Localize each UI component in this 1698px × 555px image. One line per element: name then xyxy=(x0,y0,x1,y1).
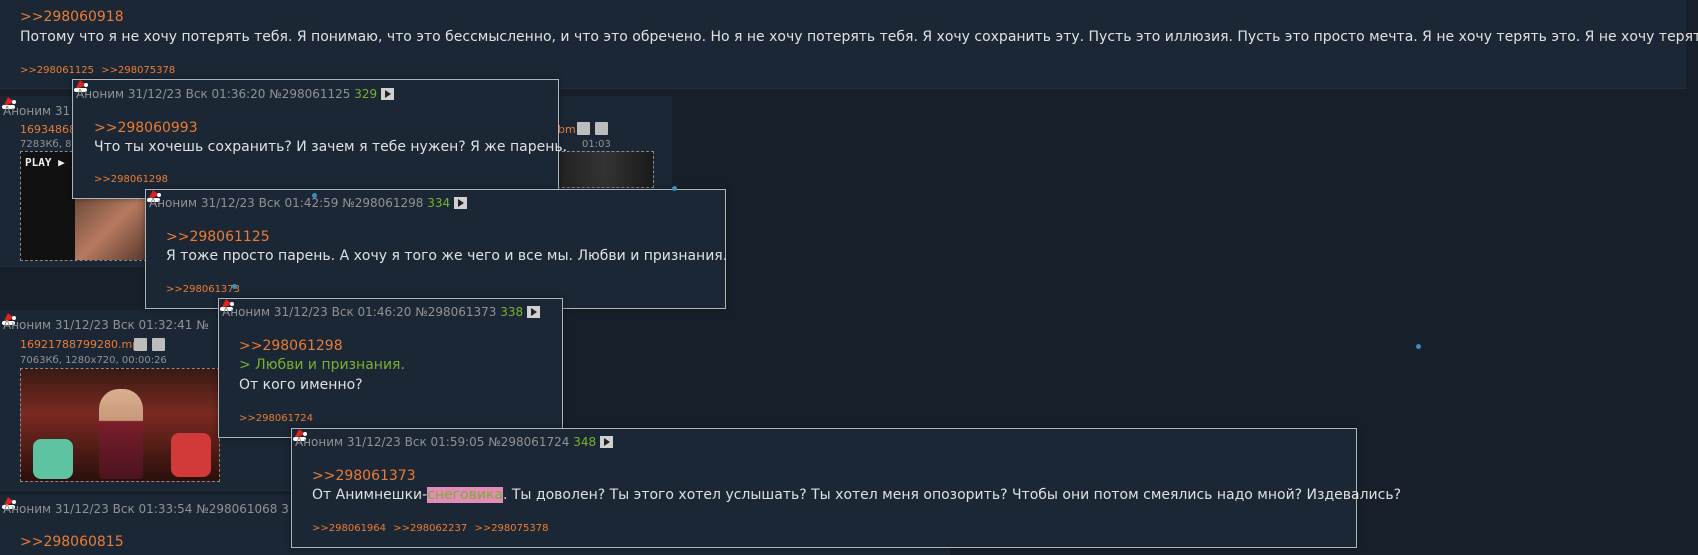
reply-link[interactable]: >>298062237 xyxy=(393,523,467,534)
cursor-dot xyxy=(312,193,317,198)
post-text: От Анимнешки-снеговика. Ты доволен? Ты э… xyxy=(312,487,1401,503)
thumb-prop-right xyxy=(171,433,211,477)
post-header-text: Аноним 31/12/23 Вск 01:46:20 №298061373 xyxy=(222,305,497,319)
post-count: 338 xyxy=(500,305,524,319)
file-meta: 7283Кб, 8 xyxy=(20,139,72,150)
post-header: Аноним 31/12/23 Вск 01:59:05 №298061724 … xyxy=(295,435,614,449)
cursor-dot xyxy=(232,284,237,289)
play-label: PLAY ▶ xyxy=(25,156,65,169)
reply-link[interactable]: >>298061125 xyxy=(20,65,94,76)
replies-list: >>298061298 xyxy=(94,174,172,185)
spoiler-highlight[interactable]: снеговика xyxy=(427,487,503,503)
post-298061068-top: >>298060918 Потому что я не хочу потерят… xyxy=(0,0,1698,89)
download-icon[interactable] xyxy=(152,338,165,351)
file-meta-right: 01:03 xyxy=(582,139,611,150)
reply-link[interactable]: >>298061298 xyxy=(94,174,168,185)
search-icon[interactable] xyxy=(577,122,590,135)
quote-link[interactable]: >>298060993 xyxy=(94,120,198,136)
post-text: Что ты хочешь сохранить? И зачем я тебе … xyxy=(94,139,568,155)
quote-link[interactable]: >>298060815 xyxy=(20,534,124,550)
quote-link[interactable]: >>298061298 xyxy=(239,338,343,354)
replies-list: >>298061125 >>298075378 xyxy=(20,65,179,76)
play-icon[interactable] xyxy=(381,88,395,100)
post-header-text: Аноним 31/12/23 Вск 01:59:05 №298061724 xyxy=(295,435,570,449)
video-thumbnail-right[interactable] xyxy=(557,151,654,188)
download-icon[interactable] xyxy=(595,122,608,135)
post-text-after: . Ты доволен? Ты этого хотел услышать? Т… xyxy=(502,487,1402,503)
file-name-right[interactable]: bm xyxy=(558,123,576,136)
greentext-quote: > Любви и признания. xyxy=(239,357,405,373)
post-header-text: Аноним 31/12/23 Вск 01:36:20 №298061125 xyxy=(76,87,351,101)
play-icon[interactable] xyxy=(454,197,468,209)
post-preview-298061724: Аноним 31/12/23 Вск 01:59:05 №298061724 … xyxy=(291,428,1401,548)
thread-page: >>298060918 Потому что я не хочу потерят… xyxy=(0,0,1698,555)
post-count: 334 xyxy=(427,196,451,210)
post-preview-298061298: Аноним 31/12/23 Вск 01:42:59 №298061298 … xyxy=(145,189,728,309)
reply-link[interactable]: >>298061964 xyxy=(312,523,386,534)
post-header: Аноним 31/12/23 Вск 01:36:20 №298061125 … xyxy=(76,87,395,101)
reply-link[interactable]: >>298061724 xyxy=(239,413,313,424)
play-icon[interactable] xyxy=(527,306,541,318)
post-text: Я тоже просто парень. А хочу я того же ч… xyxy=(166,248,728,264)
reply-link[interactable]: >>298075378 xyxy=(101,65,175,76)
post-count: 329 xyxy=(354,87,378,101)
video-thumbnail[interactable] xyxy=(20,368,220,482)
reply-link[interactable]: >>298075378 xyxy=(474,523,548,534)
file-meta: 7063Кб, 1280x720, 00:00:26 xyxy=(20,355,167,366)
post-preview-298061125: Аноним 31/12/23 Вск 01:36:20 №298061125 … xyxy=(72,79,567,199)
quote-link[interactable]: >>298060918 xyxy=(20,9,124,25)
quote-link[interactable]: >>298061373 xyxy=(312,468,416,484)
post-text: От кого именно? xyxy=(239,377,363,393)
post-text: Потому что я не хочу потерять тебя. Я по… xyxy=(20,29,1698,45)
post-header: Аноним 31/12/23 Вск 01:42:59 №298061298 … xyxy=(149,196,468,210)
cursor-dot xyxy=(672,186,677,191)
post-text-before: От Анимнешки- xyxy=(312,487,428,503)
post-header-text: Аноним 31/12/23 Вск 01:42:59 №298061298 xyxy=(149,196,424,210)
post-header: Аноним 31/12/23 Вск 01:46:20 №298061373 … xyxy=(222,305,541,319)
thumb-prop-left xyxy=(33,439,73,479)
thumb-figure xyxy=(99,389,143,479)
post-author: Аноним 31 xyxy=(3,104,71,118)
play-icon[interactable] xyxy=(600,436,614,448)
replies-list: >>298061724 xyxy=(239,413,317,424)
file-name[interactable]: 16921788799280.mp4 xyxy=(20,338,146,351)
thumb-figure xyxy=(75,196,145,260)
cursor-dot xyxy=(1416,344,1421,349)
post-header: Аноним 31/12/23 Вск 01:32:41 № xyxy=(3,318,209,332)
replies-list: >>298061964 >>298062237 >>298075378 xyxy=(312,523,552,534)
post-header: Аноним 31/12/23 Вск 01:33:54 №298061068 … xyxy=(3,502,289,516)
post-preview-298061373: Аноним 31/12/23 Вск 01:46:20 №298061373 … xyxy=(218,298,563,438)
reply-link[interactable]: >>298061373 xyxy=(166,284,240,295)
search-icon[interactable] xyxy=(134,338,147,351)
post-count: 348 xyxy=(573,435,597,449)
quote-link[interactable]: >>298061125 xyxy=(166,229,270,245)
